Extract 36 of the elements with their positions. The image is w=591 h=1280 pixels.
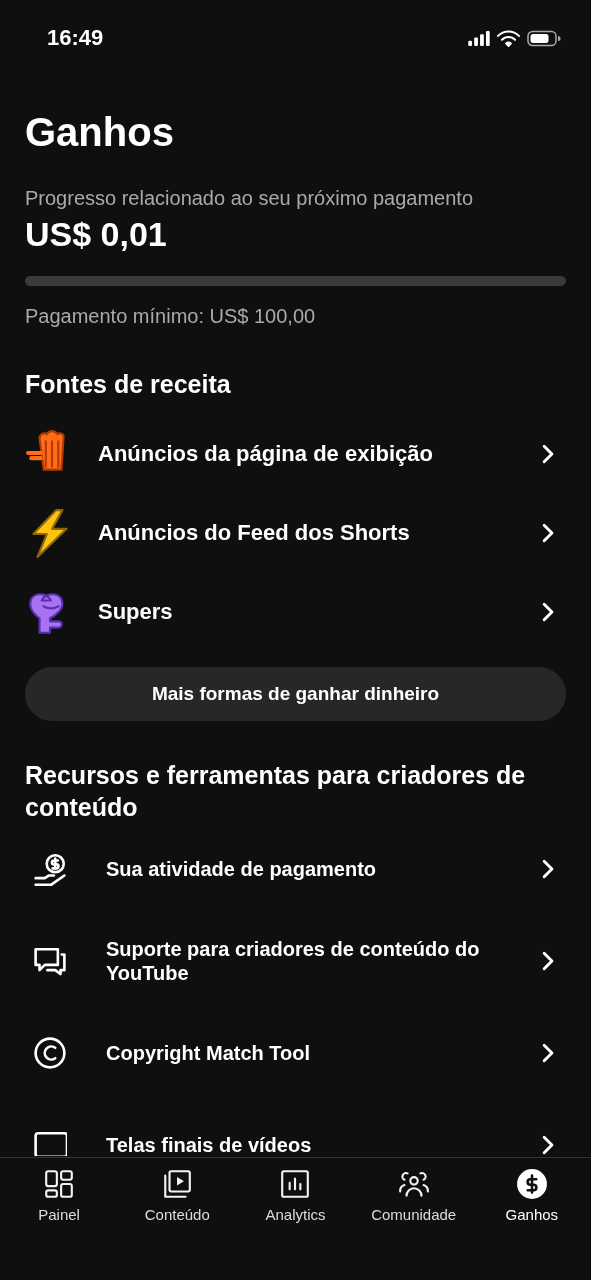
section-heading: Fontes de receita <box>25 369 232 400</box>
video-library-icon <box>161 1168 194 1200</box>
wifi-icon <box>497 29 520 47</box>
battery-icon <box>527 29 561 47</box>
earnings-amount: US$ 0,01 <box>25 214 168 254</box>
revenue-source-item[interactable]: Supers <box>25 572 566 651</box>
tab-bar-item[interactable]: Conteúdo <box>122 1168 233 1280</box>
chevron-right-icon <box>541 859 554 879</box>
minimum-payment-text: Pagamento mínimo: US$ 100,00 <box>25 304 317 328</box>
revenue-source-item[interactable]: Anúncios da página de exibição <box>25 414 566 493</box>
chevron-right-icon <box>541 443 554 464</box>
chevron-right-icon <box>541 1135 554 1155</box>
dashboard-icon <box>43 1168 76 1200</box>
tab-bar-item[interactable]: Analytics <box>240 1168 351 1280</box>
chevron-right-icon <box>541 522 554 543</box>
chevron-right-icon <box>541 951 554 971</box>
copyright-icon <box>33 1036 67 1070</box>
page-title: Ganhos <box>25 109 175 156</box>
tab-bar-item[interactable]: Comunidade <box>358 1168 469 1280</box>
chevron-right-icon <box>541 1043 554 1063</box>
tab-bar-item[interactable]: Painel <box>4 1168 115 1280</box>
more-ways-button[interactable]: Mais formas de ganhar dinheiro <box>25 667 566 721</box>
progress-label: Progresso relacionado ao seu próximo pagamento <box>25 186 475 210</box>
chevron-right-icon <box>541 601 554 622</box>
resource-item[interactable]: Telas finais de vídeos <box>25 1119 566 1156</box>
coin-hand-icon <box>33 852 67 886</box>
resource-item[interactable]: Sua atividade de pagamento <box>25 843 566 895</box>
signal-icon <box>468 30 490 46</box>
status-time: 16:49 <box>47 25 104 51</box>
section-heading: Recursos e ferramentas para criadores de conteúdo <box>25 760 527 823</box>
resource-item[interactable]: Suporte para criadores de conteúdo do YouTube <box>25 935 566 987</box>
tab-bar-item[interactable]: Ganhos <box>476 1168 587 1280</box>
resource-item[interactable]: Copyright Match Tool <box>25 1027 566 1079</box>
dollar-circle-icon <box>515 1168 548 1200</box>
bar-chart-icon <box>279 1168 312 1200</box>
revenue-source-item[interactable]: Anúncios do Feed dos Shorts <box>25 493 566 572</box>
